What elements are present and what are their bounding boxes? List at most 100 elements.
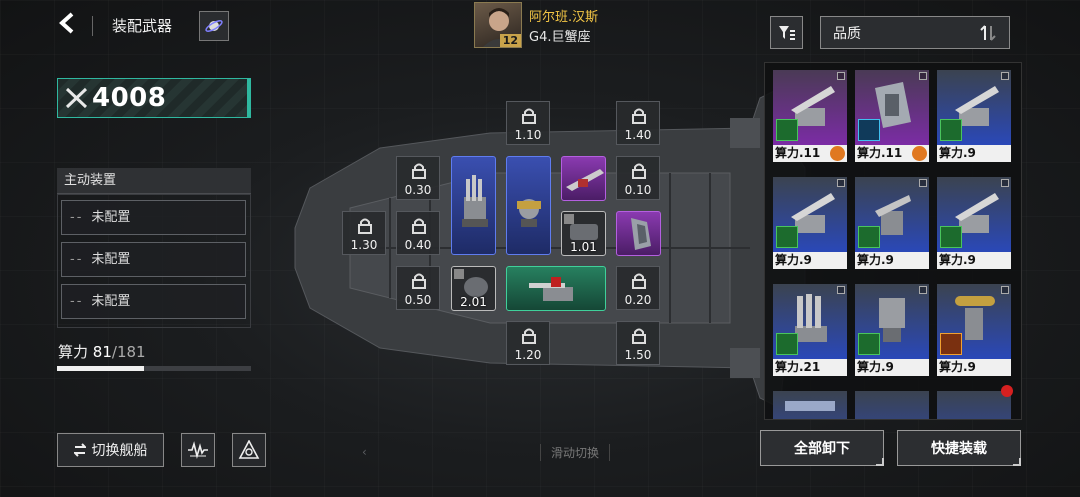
select-checkbox-icon[interactable] — [919, 179, 927, 187]
select-checkbox-icon[interactable] — [837, 72, 845, 80]
captain-name: 阿尔班.汉斯 — [529, 10, 599, 25]
inventory-item[interactable]: 算力.9 — [937, 177, 1011, 269]
energy-icon — [858, 119, 880, 141]
inventory-item[interactable]: 算力.9 — [855, 177, 929, 269]
quick-equip-button[interactable]: 快捷装载 — [897, 430, 1021, 466]
lock-icon — [411, 218, 427, 238]
equipped-weapon-slot[interactable] — [506, 266, 606, 311]
active-device-header: 主动装置 — [57, 168, 251, 194]
waveform-icon — [188, 441, 208, 459]
gear-badge-icon — [830, 146, 845, 161]
inventory-item[interactable]: 算力.21 — [773, 284, 847, 376]
lock-icon — [357, 218, 373, 238]
active-device-slot-1[interactable]: -- 未配置 — [61, 200, 246, 235]
active-device-slot-3[interactable]: -- 未配置 — [61, 284, 246, 319]
slot-dash: -- — [70, 294, 84, 309]
item-artwork — [937, 391, 1011, 419]
slot-label: 未配置 — [91, 210, 131, 225]
locked-slot[interactable]: 0.40 — [396, 211, 440, 255]
slot-compute-cost: 0.40 — [404, 238, 432, 252]
equipped-weapon-slot[interactable]: 1.01 — [561, 211, 606, 256]
unequip-all-button[interactable]: 全部卸下 — [760, 430, 884, 466]
locked-slot[interactable]: 0.10 — [616, 156, 660, 200]
upgrade-arrow-icon — [940, 119, 962, 141]
equipped-weapon-slot[interactable]: 2.01 — [451, 266, 496, 311]
select-checkbox-icon[interactable] — [919, 286, 927, 294]
new-item-dot-icon — [1001, 385, 1013, 397]
item-compute-label: 算力.9 — [937, 145, 1011, 162]
compute-progress-fill — [57, 366, 144, 371]
swipe-hint: ‹ 滑动切换 › — [362, 443, 788, 461]
lock-icon — [411, 163, 427, 183]
upgrade-arrow-icon — [858, 226, 880, 248]
locked-slot[interactable]: 1.40 — [616, 101, 660, 145]
select-checkbox-icon[interactable] — [1001, 72, 1009, 80]
locked-slot[interactable]: 1.50 — [616, 321, 660, 365]
inventory-item[interactable]: 算力.9 — [855, 284, 929, 376]
item-artwork — [773, 391, 847, 419]
lock-icon — [521, 328, 537, 348]
inventory-item[interactable]: 算力.11 — [855, 70, 929, 162]
equipped-weapon-slot[interactable] — [506, 156, 551, 255]
locked-slot[interactable]: 0.50 — [396, 266, 440, 310]
select-checkbox-icon[interactable] — [1001, 286, 1009, 294]
item-compute-label: 算力.9 — [937, 252, 1011, 269]
swap-arrows-icon — [73, 443, 86, 457]
active-device-slot-2[interactable]: -- 未配置 — [61, 242, 246, 277]
inventory-item[interactable]: 算力.9 — [773, 177, 847, 269]
swipe-left-icon[interactable]: ‹ — [362, 445, 367, 459]
equipped-weapon-slot[interactable] — [561, 156, 606, 201]
crossed-swords-icon — [65, 87, 88, 109]
switch-ship-label: 切换舰船 — [91, 443, 148, 459]
select-checkbox-icon[interactable] — [1001, 179, 1009, 187]
select-checkbox-icon[interactable] — [919, 72, 927, 80]
divider — [92, 16, 93, 36]
inventory-item[interactable]: 算力.9 — [937, 284, 1011, 376]
locked-slot[interactable]: 1.30 — [342, 211, 386, 255]
inventory-item[interactable]: 算力.9 — [937, 70, 1011, 162]
lock-icon — [631, 108, 647, 128]
inventory-item-partial[interactable] — [773, 391, 847, 419]
planet-button[interactable] — [199, 11, 229, 41]
quality-sort-select[interactable]: 品质 — [820, 16, 1010, 49]
select-checkbox-icon[interactable] — [837, 286, 845, 294]
locked-slot[interactable]: 0.30 — [396, 156, 440, 200]
slot-compute-cost: 1.20 — [514, 348, 542, 362]
quality-select-value: 品质 — [833, 25, 861, 42]
missile-launcher-icon — [566, 169, 604, 191]
captain-avatar[interactable]: 12 — [474, 2, 522, 48]
inventory-item-partial[interactable] — [937, 391, 1011, 419]
slot-compute-cost: 0.20 — [624, 293, 652, 307]
upgrade-arrow-icon — [776, 119, 798, 141]
slot-label: 未配置 — [91, 294, 131, 309]
locked-slot[interactable]: 1.20 — [506, 321, 550, 365]
planet-icon — [205, 20, 223, 32]
locked-slot[interactable]: 1.10 — [506, 101, 550, 145]
select-checkbox-icon[interactable] — [837, 179, 845, 187]
back-button[interactable] — [58, 12, 82, 38]
slot-compute-cost: 1.10 — [514, 128, 542, 142]
compute-max: /181 — [111, 343, 146, 361]
inventory-item-partial[interactable] — [855, 391, 929, 419]
inventory-item[interactable]: 算力.11 — [773, 70, 847, 162]
upgrade-arrow-icon — [940, 226, 962, 248]
back-arrow-icon — [59, 12, 74, 34]
item-compute-label: 算力.9 — [937, 359, 1011, 376]
switch-ship-button[interactable]: 切换舰船 — [57, 433, 164, 467]
slot-compute-cost: 0.10 — [624, 183, 652, 197]
waveform-button[interactable] — [181, 433, 215, 467]
fleet-emblem-button[interactable] — [232, 433, 266, 467]
slot-compute-cost: 2.01 — [460, 295, 487, 309]
equipped-weapon-slot[interactable] — [616, 211, 661, 256]
item-artwork — [855, 391, 929, 419]
captain-ship: G4.巨蟹座 — [529, 30, 591, 45]
compute-label: 算力 81/181 — [58, 341, 146, 362]
compute-progress-bar — [57, 366, 251, 371]
equipped-weapon-slot[interactable] — [451, 156, 496, 255]
slot-label: 未配置 — [91, 252, 131, 267]
slot-compute-cost: 1.01 — [570, 240, 597, 254]
filter-button[interactable] — [770, 16, 803, 49]
combat-power-display: 4008 — [57, 78, 251, 118]
locked-slot[interactable]: 0.20 — [616, 266, 660, 310]
upgrade-arrow-icon — [776, 226, 798, 248]
